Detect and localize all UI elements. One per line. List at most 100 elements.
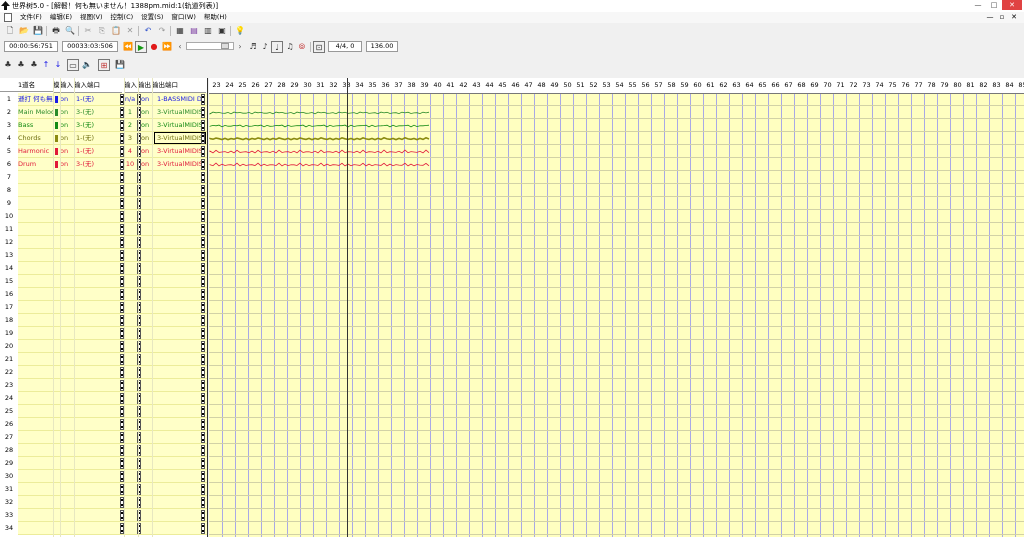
output-port-spinner[interactable]: [201, 250, 205, 261]
output-port-selected-box[interactable]: [154, 132, 206, 144]
output-port-spinner[interactable]: [201, 107, 205, 118]
output-port-spinner[interactable]: [201, 198, 205, 209]
track-number[interactable]: 34: [0, 522, 18, 535]
track-row-body[interactable]: [18, 522, 207, 535]
track-row[interactable]: 17: [0, 301, 207, 314]
print-preview-icon[interactable]: 🔍: [64, 25, 76, 37]
output-port-spinner[interactable]: [201, 224, 205, 235]
event-list-icon[interactable]: ▥: [202, 25, 214, 37]
move-down-icon[interactable]: ↓: [52, 59, 64, 71]
position-display[interactable]: 00033:03:506: [62, 41, 118, 52]
track-number[interactable]: 23: [0, 379, 18, 392]
header-output[interactable]: 输出: [138, 78, 152, 93]
track-row[interactable]: 6 Drum on 3-(无) 10 on 3-VirtualMIDIS: [0, 158, 207, 171]
track-number[interactable]: 33: [0, 509, 18, 522]
track-list-view-icon[interactable]: ▦: [174, 25, 186, 37]
track-row[interactable]: 18: [0, 314, 207, 327]
loop-icon[interactable]: ♪: [259, 41, 271, 53]
output-port-spinner[interactable]: [201, 393, 205, 404]
track-row[interactable]: 20: [0, 340, 207, 353]
output-port-spinner[interactable]: [201, 380, 205, 391]
new-file-icon[interactable]: 🗋: [4, 25, 16, 37]
track-row-body[interactable]: [18, 405, 207, 418]
track-number[interactable]: 7: [0, 171, 18, 184]
output-port-spinner[interactable]: [201, 510, 205, 521]
close-button[interactable]: ✕: [1002, 0, 1022, 10]
tempo-view-icon[interactable]: ▣: [216, 25, 228, 37]
track-output-port[interactable]: 3-VirtualMIDIS: [157, 158, 205, 171]
track-row[interactable]: 19: [0, 327, 207, 340]
track-row[interactable]: 15: [0, 275, 207, 288]
midi-lane-3[interactable]: [209, 124, 430, 128]
maximize-button[interactable]: □: [986, 0, 1002, 10]
track-number[interactable]: 21: [0, 353, 18, 366]
output-port-spinner[interactable]: [201, 406, 205, 417]
track-row[interactable]: 12: [0, 236, 207, 249]
track-row-body[interactable]: [18, 171, 207, 184]
track-row-body[interactable]: [18, 301, 207, 314]
track-input-channel[interactable]: 10: [124, 158, 136, 171]
track-row[interactable]: 4 Chords on 1-(无) 3 on 3-VirtualMIDIS: [0, 132, 207, 145]
track-row-body[interactable]: [18, 184, 207, 197]
output-port-spinner[interactable]: [201, 302, 205, 313]
output-port-spinner[interactable]: [201, 341, 205, 352]
track-number[interactable]: 18: [0, 314, 18, 327]
output-port-spinner[interactable]: [201, 354, 205, 365]
record-icon[interactable]: ●: [148, 41, 160, 53]
midi-lane-4[interactable]: [209, 136, 430, 141]
output-port-spinner[interactable]: [201, 172, 205, 183]
arrangement-view[interactable]: 2324252627282930313233343536373839404142…: [209, 78, 1024, 537]
output-port-spinner[interactable]: [201, 523, 205, 534]
track-name[interactable]: Bass: [18, 119, 54, 132]
track-input-port[interactable]: 1-(无): [76, 145, 118, 158]
track-row[interactable]: 27: [0, 431, 207, 444]
track-row-body[interactable]: [18, 327, 207, 340]
metronome-click-icon[interactable]: ♬: [247, 41, 259, 53]
punch-out-icon[interactable]: ♫: [284, 41, 296, 53]
copy-icon[interactable]: ⎘: [96, 25, 108, 37]
midi-lane-2[interactable]: [209, 111, 430, 115]
track-row-body[interactable]: [18, 249, 207, 262]
menu-file[interactable]: 文件(F): [16, 12, 46, 23]
track-number[interactable]: 28: [0, 444, 18, 457]
print-icon[interactable]: 🖶: [50, 25, 62, 37]
track-mode[interactable]: on: [60, 106, 72, 119]
output-port-spinner[interactable]: [201, 497, 205, 508]
output-port-spinner[interactable]: [201, 237, 205, 248]
track-number[interactable]: 6: [0, 158, 18, 171]
track-row-body[interactable]: [18, 496, 207, 509]
track-row-body[interactable]: [18, 275, 207, 288]
paste-icon[interactable]: 📋: [110, 25, 122, 37]
header-output-port[interactable]: 输出端口: [152, 78, 206, 93]
track-number[interactable]: 20: [0, 340, 18, 353]
output-port-spinner[interactable]: [201, 120, 205, 131]
track-mode[interactable]: on: [60, 119, 72, 132]
output-port-spinner[interactable]: [201, 94, 205, 105]
track-color-swatch[interactable]: [55, 122, 58, 129]
save-track-icon[interactable]: 💾: [114, 59, 126, 71]
track-number[interactable]: 12: [0, 236, 18, 249]
track-number[interactable]: 11: [0, 223, 18, 236]
track-row[interactable]: 29: [0, 457, 207, 470]
track-number[interactable]: 3: [0, 119, 18, 132]
menu-help[interactable]: 帮助(H): [200, 12, 231, 23]
track-row[interactable]: 34: [0, 522, 207, 535]
track-color-swatch[interactable]: [55, 135, 58, 142]
track-row[interactable]: 28: [0, 444, 207, 457]
track-row[interactable]: 14: [0, 262, 207, 275]
track-number[interactable]: 29: [0, 457, 18, 470]
menu-settings[interactable]: 设置(S): [137, 12, 167, 23]
track-row[interactable]: 25: [0, 405, 207, 418]
time-signature-display[interactable]: 4/4, 0: [328, 41, 362, 52]
track-row-body[interactable]: [18, 470, 207, 483]
track-select-icon[interactable]: ▭: [67, 59, 79, 71]
header-track-name[interactable]: 1道名: [0, 78, 55, 92]
track-row[interactable]: 21: [0, 353, 207, 366]
track-name[interactable]: 遜打 何も無: [18, 93, 54, 106]
track-color-swatch[interactable]: [55, 148, 58, 155]
track-number[interactable]: 19: [0, 327, 18, 340]
track-mode[interactable]: on: [60, 158, 72, 171]
track-row[interactable]: 11: [0, 223, 207, 236]
track-number[interactable]: 2: [0, 106, 18, 119]
mdi-close-button[interactable]: ✕: [1008, 12, 1020, 23]
